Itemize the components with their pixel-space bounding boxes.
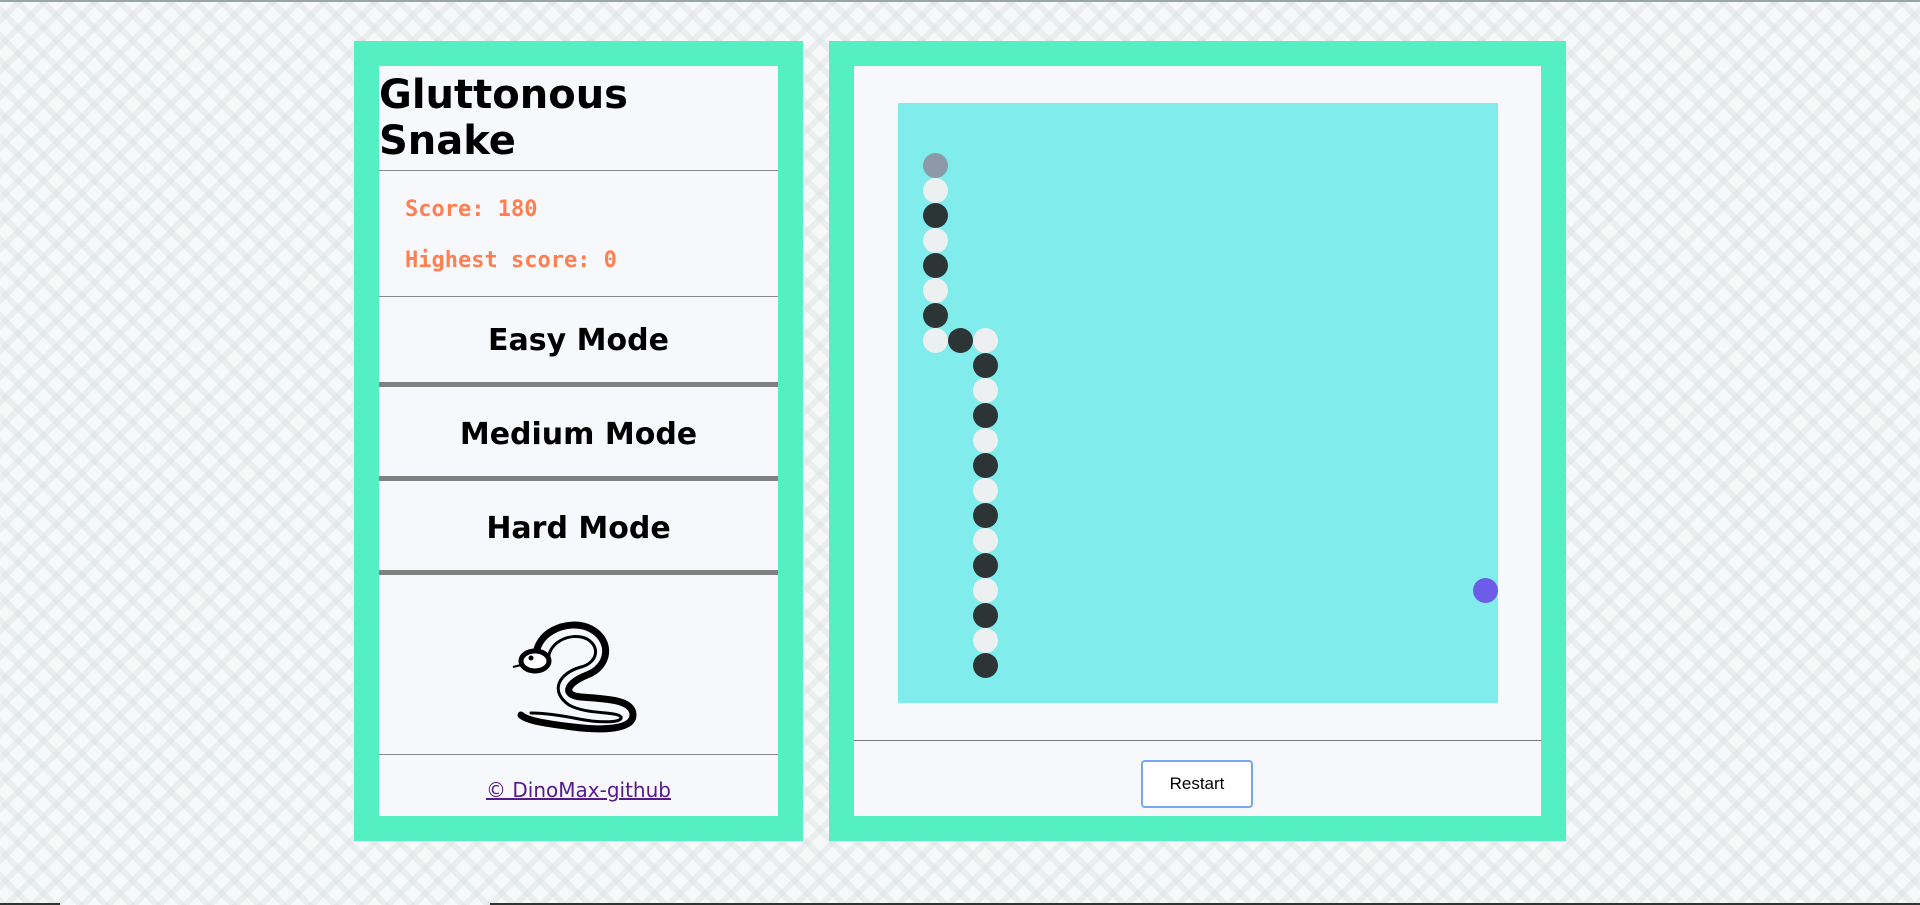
snake-segment xyxy=(923,303,948,328)
game-panel: Restart xyxy=(829,41,1566,841)
game-panel-content: Restart xyxy=(854,66,1541,816)
github-credit-link[interactable]: © DinoMax-github xyxy=(486,778,671,802)
snake-segment xyxy=(973,528,998,553)
snake-icon xyxy=(512,621,636,732)
board-area xyxy=(854,66,1541,741)
snake-segment xyxy=(973,553,998,578)
snake-head xyxy=(923,153,948,178)
score-section: Score: 180 Highest score: 0 xyxy=(379,171,778,297)
snake-segment xyxy=(923,278,948,303)
snake-segment xyxy=(923,228,948,253)
snake-segment xyxy=(973,428,998,453)
snake-segment xyxy=(923,328,948,353)
snake-segment xyxy=(923,178,948,203)
highest-score: Highest score: 0 xyxy=(405,248,617,273)
snake-segment xyxy=(973,403,998,428)
info-panel-content: Gluttonous Snake Score: 180 Highest scor… xyxy=(379,66,778,816)
snake-segment xyxy=(973,653,998,678)
snake-segment xyxy=(973,578,998,603)
game-board[interactable] xyxy=(898,103,1498,703)
snake-segment xyxy=(923,203,948,228)
snake-segment xyxy=(948,328,973,353)
snake-segment xyxy=(973,478,998,503)
game-board-canvas xyxy=(923,153,1498,678)
snake-segment xyxy=(973,378,998,403)
snake-segment xyxy=(973,453,998,478)
food-dot xyxy=(1473,578,1498,603)
snake-segment xyxy=(973,353,998,378)
snake-segment xyxy=(923,253,948,278)
hard-mode-button[interactable]: Hard Mode xyxy=(379,486,778,575)
easy-mode-button[interactable]: Easy Mode xyxy=(379,298,778,387)
game-title: Gluttonous Snake xyxy=(379,66,778,171)
snake-segment xyxy=(973,628,998,653)
footer: © DinoMax-github xyxy=(379,756,778,816)
snake-segment xyxy=(973,328,998,353)
info-panel: Gluttonous Snake Score: 180 Highest scor… xyxy=(354,41,803,841)
snake-segment xyxy=(973,503,998,528)
logo-section xyxy=(379,581,778,755)
window-top-border xyxy=(0,0,1920,2)
medium-mode-button[interactable]: Medium Mode xyxy=(379,392,778,481)
snake-segment xyxy=(973,603,998,628)
restart-button[interactable]: Restart xyxy=(1141,760,1253,808)
current-score: Score: 180 xyxy=(405,197,538,222)
